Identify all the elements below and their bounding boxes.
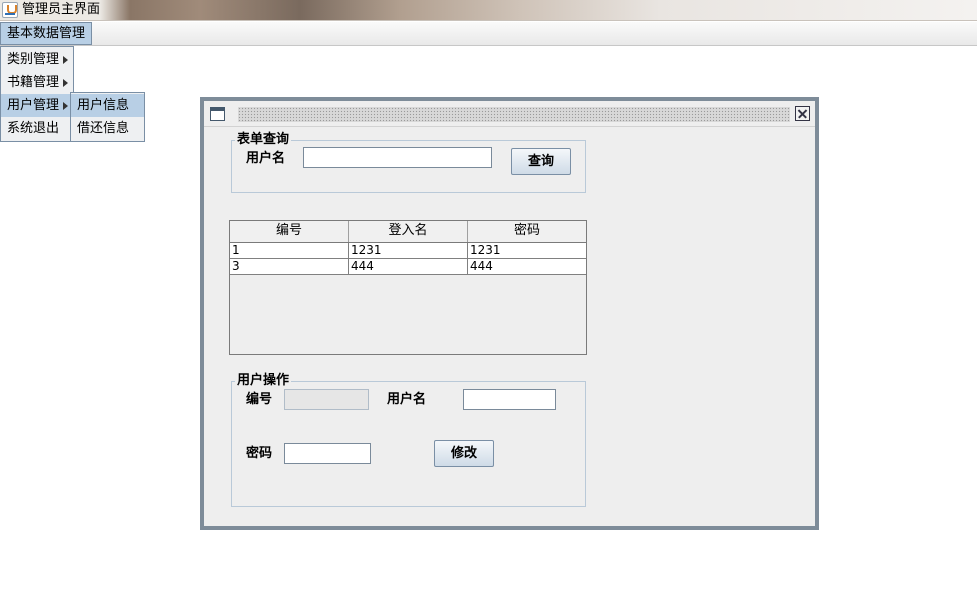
menu-item-exit[interactable]: 系统退出 xyxy=(1,117,73,140)
ops-password-label: 密码 xyxy=(246,446,273,461)
cell-id[interactable]: 3 xyxy=(230,259,349,274)
query-button[interactable]: 查询 xyxy=(511,148,571,175)
table-row[interactable]: 3 444 444 xyxy=(230,259,586,275)
table-row[interactable]: 1 1231 1231 xyxy=(230,243,586,259)
menu-item-category[interactable]: 类别管理 xyxy=(1,48,73,71)
menu-item-label: 用户管理 xyxy=(7,98,60,113)
menu-item-users[interactable]: 用户管理 xyxy=(1,94,73,117)
table-header: 编号 登入名 密码 xyxy=(230,221,586,243)
app-window: 管理员主界面 基本数据管理 类别管理 书籍管理 用户管理 系统退出 用户信息 借… xyxy=(0,0,977,612)
cell-login[interactable]: 444 xyxy=(349,259,468,274)
user-ops-legend: 用户操作 xyxy=(235,373,292,388)
ops-password-input[interactable] xyxy=(284,443,371,464)
cell-login[interactable]: 1231 xyxy=(349,243,468,258)
internal-frame-titlebar[interactable] xyxy=(204,101,815,127)
menu-basic-data[interactable]: 基本数据管理 xyxy=(0,22,93,45)
submenu-item-user-info[interactable]: 用户信息 xyxy=(71,94,144,117)
cell-id[interactable]: 1 xyxy=(230,243,349,258)
column-header-id[interactable]: 编号 xyxy=(230,221,349,242)
submenu-arrow-icon xyxy=(63,56,68,64)
user-info-internal-frame: 表单查询 用户名 查询 编号 登入名 密码 1 1231 1231 3 444 … xyxy=(200,97,819,530)
frame-window-icon xyxy=(210,107,225,121)
modify-button[interactable]: 修改 xyxy=(434,440,494,467)
menu-bar: 基本数据管理 xyxy=(0,22,977,46)
ops-id-label: 编号 xyxy=(246,392,273,407)
basic-data-dropdown: 类别管理 书籍管理 用户管理 系统退出 xyxy=(0,46,74,142)
column-header-login[interactable]: 登入名 xyxy=(349,221,468,242)
menu-item-label: 书籍管理 xyxy=(7,75,60,90)
query-username-input[interactable] xyxy=(303,147,492,168)
submenu-arrow-icon xyxy=(63,79,68,87)
window-title: 管理员主界面 xyxy=(22,2,101,17)
users-submenu: 用户信息 借还信息 xyxy=(70,92,145,142)
user-table: 编号 登入名 密码 1 1231 1231 3 444 444 xyxy=(229,220,587,355)
java-app-icon xyxy=(2,2,18,18)
cell-password[interactable]: 1231 xyxy=(468,243,586,258)
ops-id-field xyxy=(284,389,369,410)
query-username-label: 用户名 xyxy=(246,151,286,166)
titlebar-grip[interactable] xyxy=(238,107,790,122)
query-legend: 表单查询 xyxy=(235,132,292,147)
cell-password[interactable]: 444 xyxy=(468,259,586,274)
submenu-item-borrow-info[interactable]: 借还信息 xyxy=(71,117,144,140)
ops-username-label: 用户名 xyxy=(387,392,427,407)
ops-username-input[interactable] xyxy=(463,389,556,410)
close-icon[interactable] xyxy=(795,106,810,121)
column-header-password[interactable]: 密码 xyxy=(468,221,586,242)
menu-item-books[interactable]: 书籍管理 xyxy=(1,71,73,94)
menu-item-label: 系统退出 xyxy=(7,121,60,136)
menu-item-label: 类别管理 xyxy=(7,52,60,67)
submenu-arrow-icon xyxy=(63,102,68,110)
title-bar[interactable]: 管理员主界面 xyxy=(0,0,977,21)
